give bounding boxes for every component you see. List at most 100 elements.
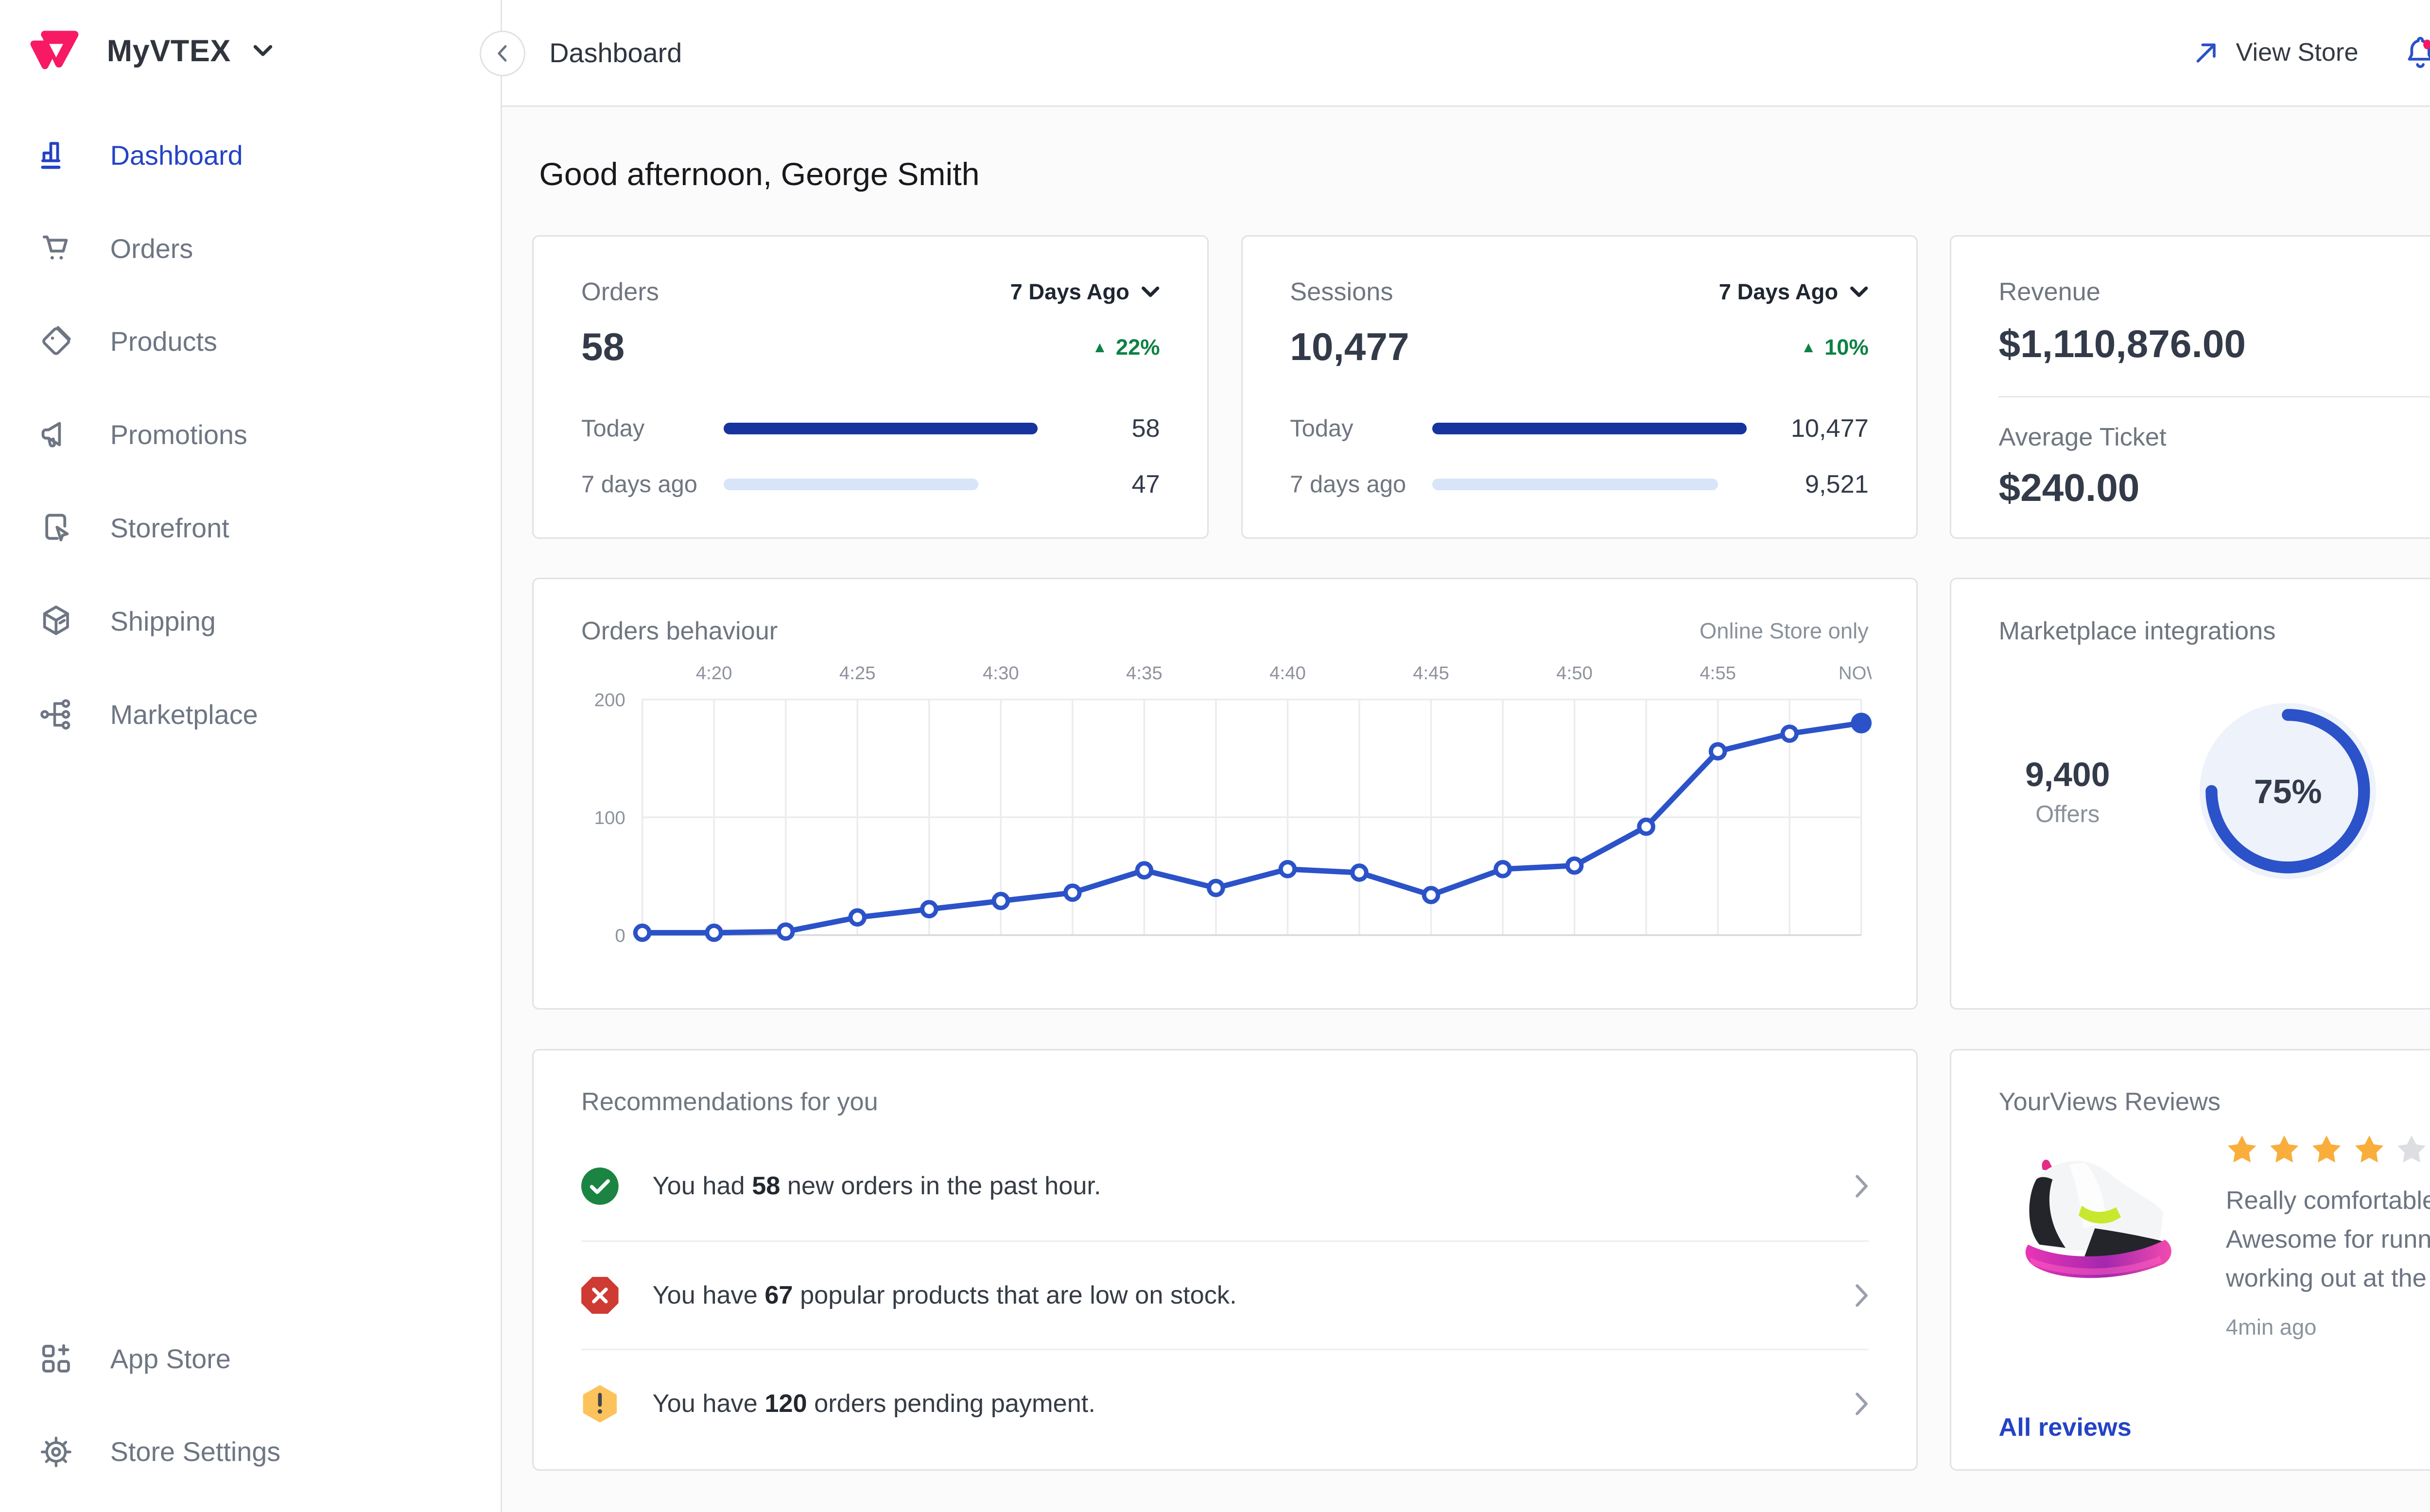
sidebar-item-orders[interactable]: Orders (0, 202, 501, 295)
product-shoe-image (1998, 1134, 2188, 1340)
greeting: Good afternoon, George Smith (539, 156, 2430, 193)
kpi-comparison-row: 7 days ago 9,521 (1290, 464, 1869, 505)
sidebar-item-dashboard[interactable]: Dashboard (0, 108, 501, 202)
chevron-right-icon (1855, 1392, 1869, 1416)
star-icon (2268, 1134, 2300, 1166)
kpi-row-label: Today (1290, 415, 1432, 442)
notifications-bell-icon[interactable] (2401, 33, 2430, 72)
vtex-admin-dashboard: MyVTEX Dashboard Orders Products Promoti… (0, 0, 2430, 1512)
sidebar-item-shipping[interactable]: Shipping (0, 575, 501, 668)
donut-percent-label: 75% (2196, 700, 2379, 883)
orders-kpi-card: Orders 7 Days Ago 58 ▲22% Today 58 7 day… (532, 235, 1209, 538)
average-ticket-value: $240.00 (1998, 465, 2430, 511)
all-reviews-link[interactable]: All reviews (1998, 1413, 2131, 1442)
orders-behaviour-line-chart: 01002004:204:254:304:354:404:454:504:55N… (581, 659, 1869, 953)
sidebar-item-label: Dashboard (110, 139, 243, 171)
sidebar-item-promotions[interactable]: Promotions (0, 388, 501, 481)
sidebar-item-products[interactable]: Products (0, 295, 501, 388)
kpi-comparison-row: 7 days ago 47 (581, 464, 1160, 505)
svg-text:4:25: 4:25 (839, 663, 876, 684)
bottom-row: Recommendations for you You had 58 new o… (532, 1049, 2430, 1471)
sidebar: MyVTEX Dashboard Orders Products Promoti… (0, 0, 502, 1512)
revenue-value: $1,110,876.00 (1998, 322, 2430, 367)
review-timestamp: 4min ago (2226, 1315, 2430, 1340)
sidebar-collapse-button[interactable] (480, 31, 525, 76)
products-tag-icon (37, 323, 75, 361)
review-text: Really comfortable shoes. Awesome for ru… (2226, 1181, 2430, 1298)
star-icon (2310, 1134, 2343, 1166)
orders-behaviour-title: Orders behaviour (581, 617, 778, 646)
reviews-footer: All reviews (1998, 1413, 2430, 1442)
kpi-value: 58 (581, 325, 625, 370)
recommendations-card: Recommendations for you You had 58 new o… (532, 1049, 1917, 1471)
divider (1998, 396, 2430, 397)
recommendation-row[interactable]: You have 120 orders pending payment. (581, 1349, 1869, 1457)
error-x-icon (581, 1277, 619, 1314)
offers-label: Offers (1990, 801, 2146, 828)
sidebar-spacer (0, 761, 501, 1298)
marketplace-network-icon (37, 696, 75, 733)
kpi-comparison-row: Today 10,477 (1290, 408, 1869, 449)
kpi-bar (1432, 423, 1746, 434)
trend-up-icon: ▲ (1092, 340, 1107, 355)
page-title: Dashboard (549, 37, 682, 69)
kpi-bar (724, 479, 1038, 490)
recommendations-list: You had 58 new orders in the past hour. … (581, 1132, 1869, 1458)
recommendation-row[interactable]: You had 58 new orders in the past hour. (581, 1132, 1869, 1240)
sidebar-item-storefront[interactable]: Storefront (0, 481, 501, 575)
sidebar-item-app-store[interactable]: App Store (0, 1312, 501, 1405)
kpi-row-value: 10,477 (1770, 414, 1869, 443)
kpi-delta-badge: ▲10% (1801, 335, 1869, 360)
sidebar-item-label: Storefront (110, 512, 229, 544)
sessions-kpi-card: Sessions 7 Days Ago 10,477 ▲10% Today 10… (1241, 235, 1918, 538)
trend-up-icon: ▲ (1801, 340, 1816, 355)
chevron-down-icon (1141, 286, 1160, 298)
sidebar-item-label: Marketplace (110, 699, 258, 730)
svg-text:4:40: 4:40 (1269, 663, 1306, 684)
app-store-icon (37, 1340, 75, 1377)
kpi-title: Orders (581, 277, 659, 307)
chevron-right-icon (1855, 1174, 1869, 1198)
marketplace-integrations-card: Marketplace integrations 9,400 Offers 75… (1950, 578, 2430, 1010)
average-ticket-title: Average Ticket (1998, 423, 2430, 452)
recommendations-title: Recommendations for you (581, 1087, 1869, 1117)
star-icon (2353, 1134, 2385, 1166)
view-store-button[interactable]: View Store (2192, 38, 2359, 67)
kpi-value: 10,477 (1290, 325, 1409, 370)
svg-text:0: 0 (615, 926, 625, 946)
revenue-card: Revenue $1,110,876.00 Average Ticket $24… (1950, 235, 2430, 538)
recommendation-text: You have 120 orders pending payment. (653, 1389, 1095, 1418)
sidebar-item-marketplace[interactable]: Marketplace (0, 668, 501, 761)
review-content: Really comfortable shoes. Awesome for ru… (2188, 1134, 2430, 1340)
store-settings-gear-icon (37, 1433, 75, 1471)
sidebar-item-store-settings[interactable]: Store Settings (0, 1405, 501, 1498)
recommendation-row[interactable]: You have 67 popular products that are lo… (581, 1240, 1869, 1349)
main-column: Dashboard View Store (502, 0, 2430, 1512)
success-check-icon (581, 1168, 619, 1205)
period-dropdown[interactable]: 7 Days Ago (1010, 279, 1160, 305)
period-dropdown[interactable]: 7 Days Ago (1719, 279, 1869, 305)
kpi-row-value: 9,521 (1770, 470, 1869, 499)
approval-donut-chart: 75% (2196, 700, 2379, 883)
sidebar-item-label: Promotions (110, 419, 247, 450)
revenue-title: Revenue (1998, 277, 2430, 307)
sidebar-item-label: Store Settings (110, 1436, 280, 1467)
topbar: Dashboard View Store (502, 0, 2430, 107)
star-rating (2226, 1134, 2430, 1166)
kpi-bar (724, 423, 1038, 434)
star-icon (2395, 1134, 2428, 1166)
account-selector[interactable]: MyVTEX (0, 0, 501, 95)
recommendation-text: You had 58 new orders in the past hour. (653, 1171, 1101, 1201)
star-icon (2226, 1134, 2258, 1166)
dashboard-content: Good afternoon, George Smith Orders 7 Da… (502, 107, 2430, 1512)
chart-filter-label: Online Store only (1700, 619, 1869, 644)
chevron-down-icon (253, 44, 273, 58)
kpi-row-label: 7 days ago (1290, 471, 1432, 498)
svg-text:100: 100 (594, 808, 625, 829)
external-link-icon (2192, 38, 2221, 67)
sidebar-item-label: App Store (110, 1343, 231, 1375)
kpi-title: Sessions (1290, 277, 1393, 307)
kpi-row-label: Today (581, 415, 724, 442)
warning-exclamation-icon (581, 1385, 619, 1423)
chevron-right-icon (1855, 1284, 1869, 1307)
